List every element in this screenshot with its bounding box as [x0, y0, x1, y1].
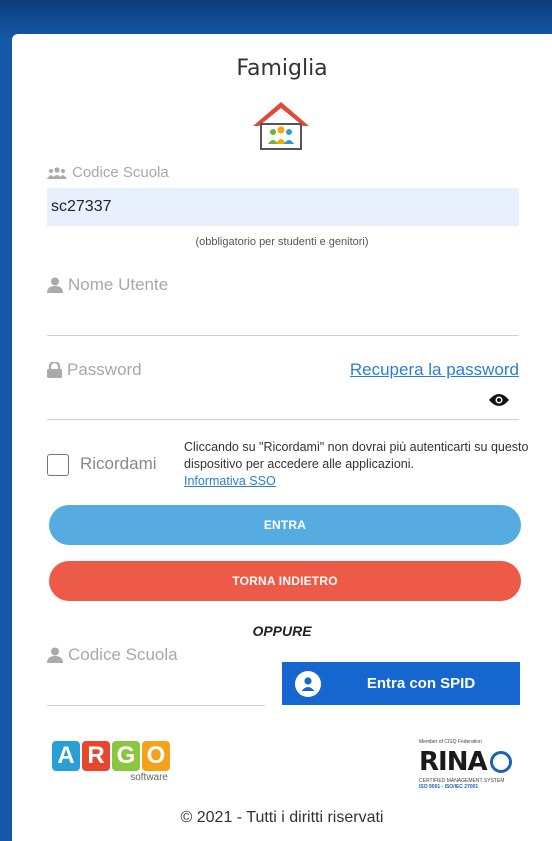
enter-button[interactable]: ENTRA	[49, 505, 521, 545]
rina-certification-logo: Member of CISQ Federation RINA CERTIFIED…	[419, 739, 521, 795]
argo-logo: A R G O software	[52, 741, 170, 783]
spid-school-code-input[interactable]	[47, 672, 265, 706]
spid-button-label: Entra con SPID	[366, 675, 476, 692]
footer-copyright: © 2021 - Tutti i diritti riservati	[180, 809, 384, 826]
school-code-input[interactable]	[47, 188, 519, 226]
users-icon	[47, 166, 67, 179]
argo-logo-letter: R	[82, 741, 110, 771]
username-label-text: Nome Utente	[68, 275, 169, 294]
argo-logo-letter: A	[52, 741, 80, 771]
school-code-hint: (obbligatorio per studenti e genitori)	[195, 236, 369, 248]
user-icon	[47, 277, 63, 293]
remember-note: Cliccando su "Ricordami" non dovrai più …	[184, 439, 529, 490]
login-card: Famiglia Codice Scuola (obbligatorio per…	[12, 34, 552, 841]
family-home-icon	[253, 102, 309, 150]
school-code-label: Codice Scuola	[47, 164, 169, 181]
argo-logo-letter: O	[142, 741, 170, 771]
spid-school-code-label-text: Codice Scuola	[68, 645, 178, 664]
password-label-text: Password	[67, 360, 142, 379]
recover-password-link[interactable]: Recupera la password	[350, 360, 519, 380]
or-divider: OPPURE	[252, 623, 312, 639]
password-input[interactable]	[47, 384, 519, 420]
spid-school-code-label: Codice Scuola	[47, 645, 178, 665]
school-code-label-text: Codice Scuola	[72, 164, 169, 181]
spid-user-icon	[295, 670, 321, 697]
rina-circle-icon	[489, 751, 512, 773]
argo-logo-letter: G	[112, 741, 140, 771]
remember-label: Ricordami	[80, 454, 157, 473]
rina-member-text: Member of CISQ Federation	[419, 739, 482, 745]
back-button[interactable]: TORNA INDIETRO	[49, 561, 521, 601]
rina-iso-text: ISO 9001 - ISO/IEC 27001	[419, 784, 479, 790]
remember-checkbox[interactable]	[47, 454, 69, 476]
remember-note-text: Cliccando su "Ricordami" non dovrai più …	[184, 440, 529, 471]
argo-logo-subtitle: software	[130, 772, 168, 783]
username-label: Nome Utente	[47, 275, 168, 295]
lock-icon	[47, 362, 62, 378]
user-icon	[47, 647, 63, 663]
rina-wordmark: RINA	[419, 747, 488, 777]
show-password-eye-icon[interactable]	[489, 393, 509, 407]
spid-login-button[interactable]: Entra con SPID	[282, 662, 520, 705]
username-input[interactable]	[47, 304, 519, 336]
page-title: Famiglia	[236, 56, 328, 81]
sso-info-link[interactable]: Informativa SSO	[184, 474, 276, 488]
password-label: Password	[47, 360, 142, 380]
